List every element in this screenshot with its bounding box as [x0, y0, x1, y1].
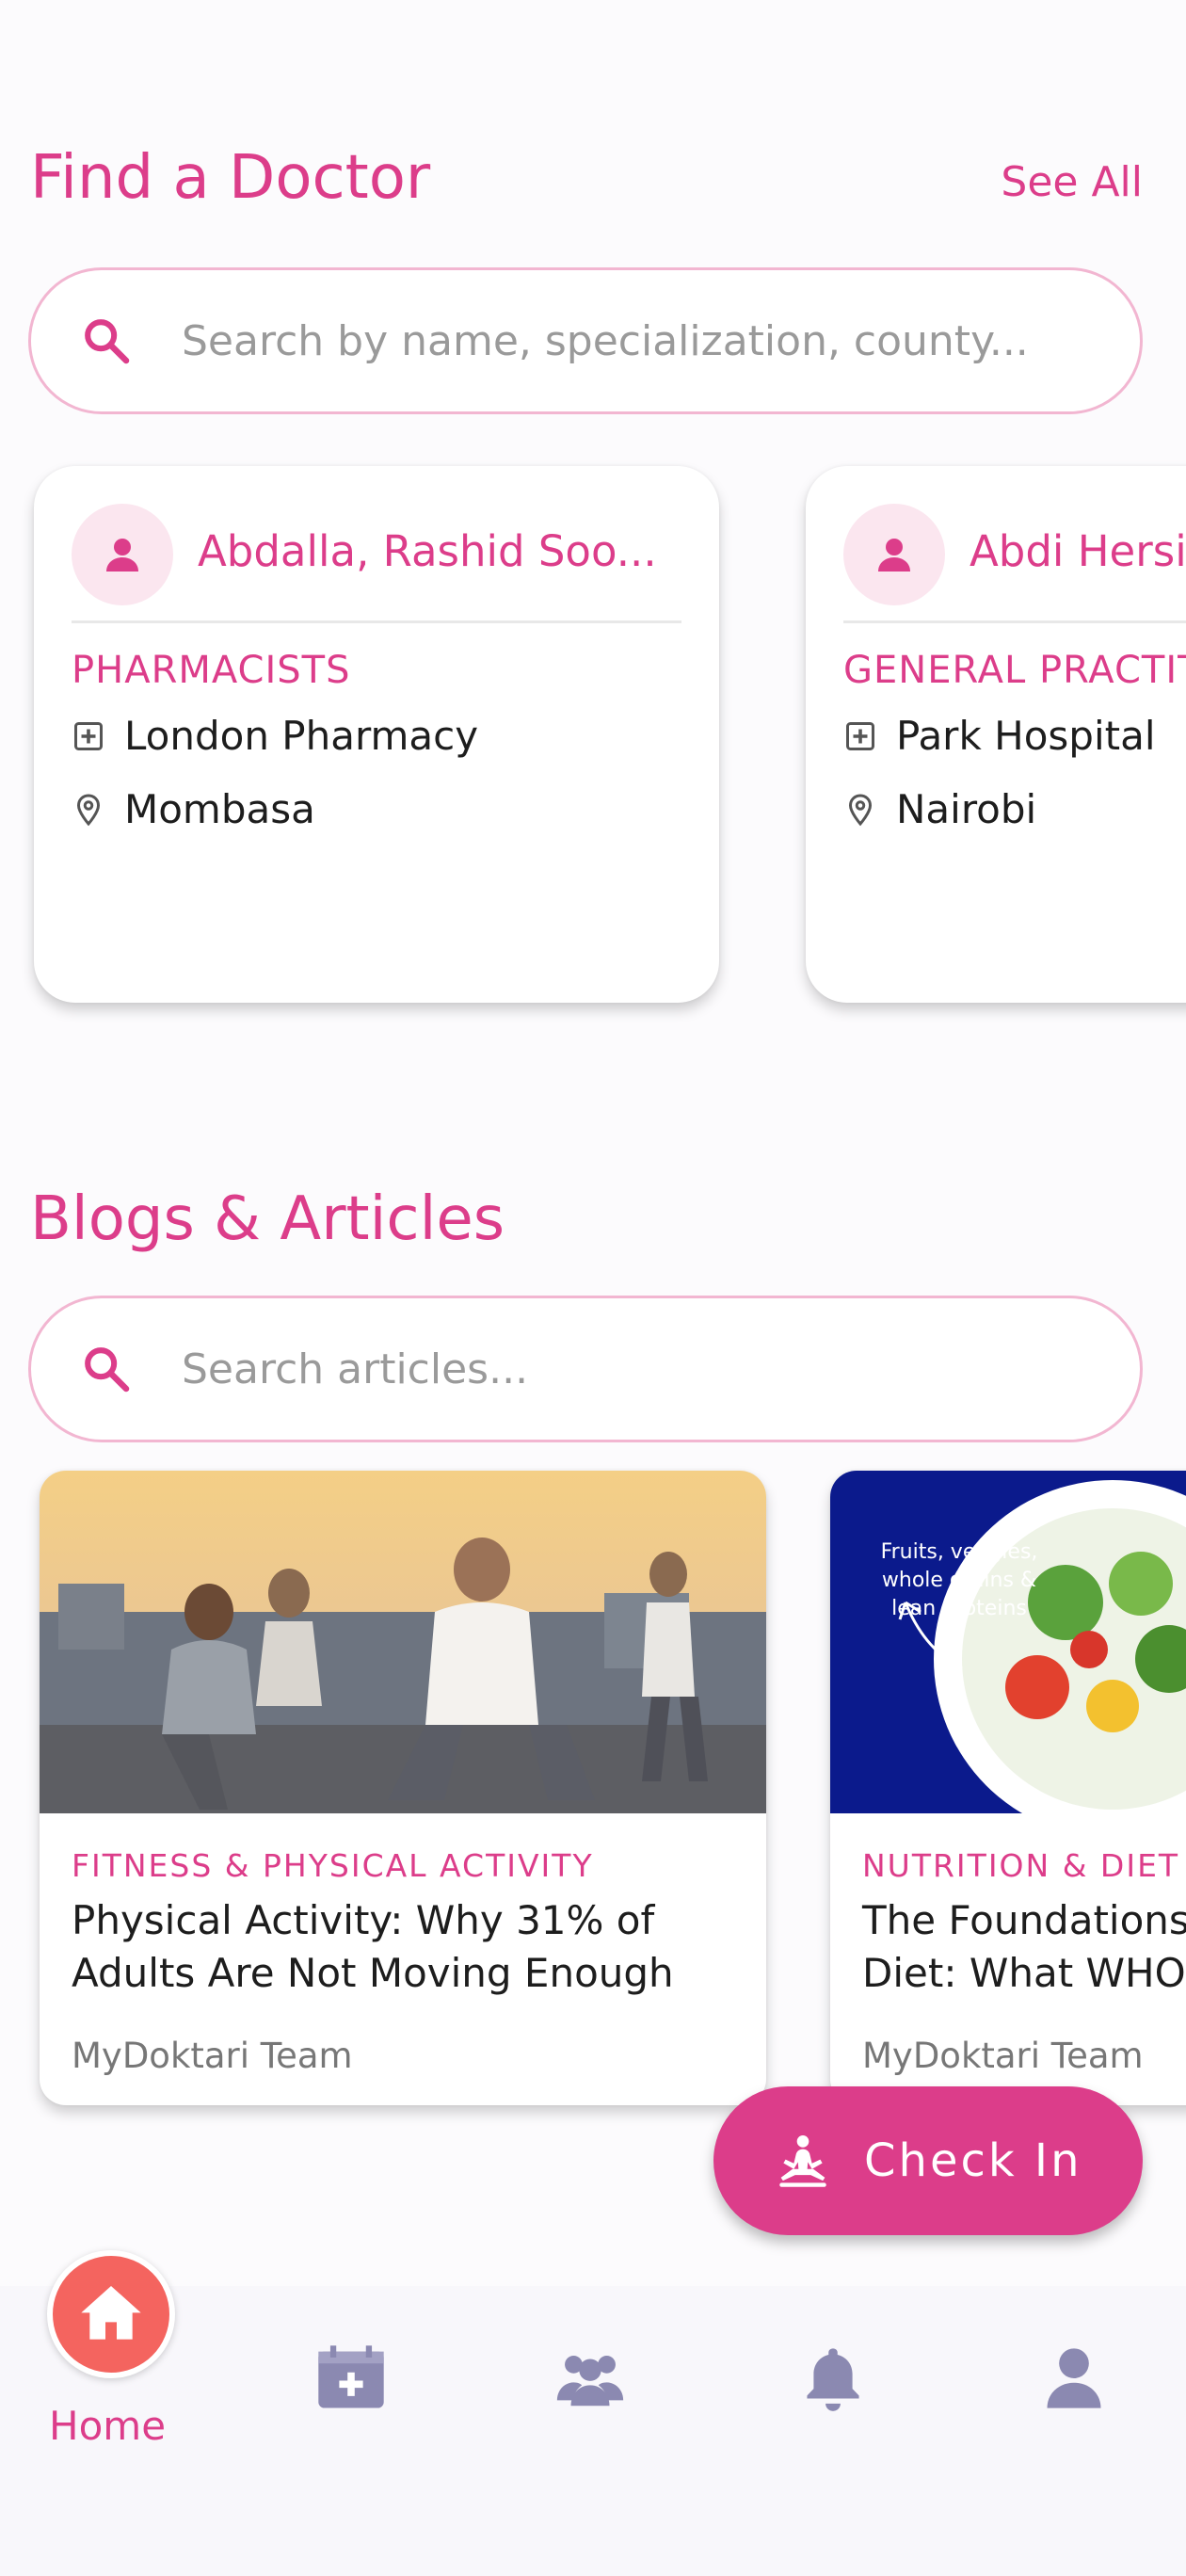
- profile-icon: [1035, 2343, 1113, 2418]
- blog-card[interactable]: Fruits, veggies, whole grains & lean pro…: [830, 1471, 1186, 2105]
- blog-author: MyDoktari Team: [862, 2036, 1144, 2076]
- medical-calendar-icon: [313, 2343, 390, 2418]
- blog-category: FITNESS & PHYSICAL ACTIVITY: [72, 1847, 594, 1884]
- blog-author: MyDoktari Team: [72, 2036, 353, 2076]
- blog-image-nutrition: Fruits, veggies, whole grains & lean pro…: [830, 1471, 1186, 1813]
- blog-title-line: Physical Activity: Why 31% of: [72, 1897, 655, 1943]
- home-screen: Find a Doctor See All Search by name, sp…: [0, 0, 1186, 2576]
- check-in-button[interactable]: Check In: [713, 2086, 1143, 2235]
- see-all-link[interactable]: See All: [1001, 158, 1143, 206]
- nav-home-button[interactable]: [47, 2250, 175, 2378]
- doctor-specialty: PHARMACISTS: [72, 649, 351, 692]
- image-caption-line: whole grains &: [881, 1569, 1037, 1592]
- nav-profile-button[interactable]: [1032, 2343, 1116, 2418]
- home-icon: [53, 2256, 169, 2373]
- doctor-search-input[interactable]: Search by name, specialization, county..…: [28, 267, 1143, 414]
- doctor-name: Abdi Hersi: [970, 526, 1186, 576]
- bottom-navigation: [0, 2286, 1186, 2576]
- location-pin-icon: [72, 793, 105, 827]
- find-doctor-title: Find a Doctor: [30, 143, 431, 213]
- blogs-title: Blogs & Articles: [30, 1184, 505, 1254]
- doctor-facility: Park Hospital: [843, 713, 1155, 759]
- nav-notifications-button[interactable]: [791, 2343, 875, 2418]
- bell-icon: [794, 2343, 872, 2418]
- blog-category: NUTRITION & DIET: [862, 1847, 1180, 1884]
- blog-title-line: Adults Are Not Moving Enough: [72, 1950, 674, 1996]
- hospital-icon: [843, 719, 877, 753]
- card-divider: [72, 620, 681, 623]
- article-search-input[interactable]: Search articles...: [28, 1296, 1143, 1442]
- doctor-carousel[interactable]: Abdalla, Rashid Soo... PHARMACISTS Londo…: [0, 466, 1186, 1012]
- doctor-name: Abdalla, Rashid Soo...: [198, 526, 657, 576]
- blog-card[interactable]: FITNESS & PHYSICAL ACTIVITY Physical Act…: [40, 1471, 766, 2105]
- doctor-location: Nairobi: [843, 786, 1036, 832]
- doctor-specialty: GENERAL PRACTITIO: [843, 649, 1186, 692]
- location-name: Nairobi: [896, 786, 1037, 832]
- search-icon: [80, 1343, 133, 1395]
- nav-community-button[interactable]: [548, 2343, 633, 2418]
- image-caption-line: lean proteins: [891, 1597, 1027, 1620]
- blog-title: Physical Activity: Why 31% of Adults Are…: [72, 1894, 749, 2000]
- check-in-label: Check In: [864, 2134, 1082, 2187]
- doctor-card[interactable]: Abdi Hersi GENERAL PRACTITIO Park Hospit…: [806, 466, 1186, 1003]
- search-icon: [80, 314, 133, 367]
- location-name: Mombasa: [124, 786, 315, 832]
- article-search-placeholder: Search articles...: [182, 1344, 529, 1393]
- blog-title: The Foundations Diet: What WHO: [862, 1894, 1186, 2000]
- doctor-card[interactable]: Abdalla, Rashid Soo... PHARMACISTS Londo…: [34, 466, 719, 1003]
- meditation-icon: [772, 2130, 834, 2192]
- facility-name: London Pharmacy: [124, 713, 479, 759]
- hospital-icon: [72, 719, 105, 753]
- nav-home-label: Home: [49, 2403, 167, 2449]
- blog-title-line: Diet: What WHO: [862, 1950, 1186, 1996]
- person-icon: [72, 504, 173, 605]
- doctor-search-placeholder: Search by name, specialization, county..…: [182, 316, 1029, 365]
- doctor-facility: London Pharmacy: [72, 713, 478, 759]
- location-pin-icon: [843, 793, 877, 827]
- community-icon: [552, 2343, 629, 2418]
- facility-name: Park Hospital: [896, 713, 1156, 759]
- doctor-location: Mombasa: [72, 786, 315, 832]
- blog-title-line: The Foundations: [862, 1897, 1186, 1943]
- blog-image-fitness: [40, 1471, 766, 1813]
- person-icon: [843, 504, 945, 605]
- image-caption-line: Fruits, veggies,: [880, 1540, 1038, 1564]
- card-divider: [843, 620, 1186, 623]
- nav-appointments-button[interactable]: [309, 2343, 393, 2418]
